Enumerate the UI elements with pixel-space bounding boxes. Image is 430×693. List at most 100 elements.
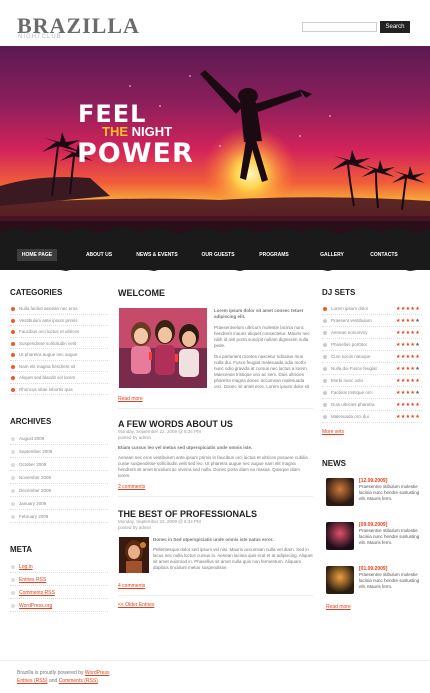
welcome-lead: Lorem ipsum dolor sit amet consec tetuer…	[214, 308, 304, 319]
nav-programs[interactable]: PROGRAMS	[254, 249, 294, 261]
category-label: Faucibus orci luctus et ultrices	[19, 329, 80, 334]
djset-item[interactable]: Aenean nonummy ★★★★★	[322, 327, 422, 339]
nav-our-guests[interactable]: OUR GUESTS	[196, 249, 240, 261]
djset-item[interactable]: Lorem ipsum dolor ★★★★★	[322, 303, 422, 315]
play-icon[interactable]	[323, 367, 327, 371]
category-item[interactable]: Aliquet sed blandit vel lorem	[10, 372, 108, 384]
about-body: Aenean nec eros vestibulum ante ipsum pr…	[118, 455, 308, 478]
search-button[interactable]: Search	[380, 21, 410, 33]
play-icon[interactable]	[323, 307, 327, 311]
meta-title: META	[10, 545, 33, 554]
archive-item[interactable]: August 2009	[10, 432, 108, 445]
star-icon: ★	[415, 402, 420, 408]
djsets-title: DJ SETS	[322, 288, 356, 297]
djset-item[interactable]: Praesent vestibulum ★★★★★	[322, 315, 422, 327]
category-item[interactable]: Ut pharetra augue nec augue	[10, 349, 108, 361]
star-icon: ★	[415, 306, 420, 312]
welcome-paragraph-1: Praesentvelum ultricum molestie lacinia …	[214, 325, 310, 348]
archive-label: November 2009	[19, 475, 52, 480]
djset-item[interactable]: Phasellus porttitor ★★★★★	[322, 339, 422, 351]
play-icon[interactable]	[323, 403, 327, 407]
meta-item[interactable]: Entries RSS	[10, 573, 108, 586]
footer-comments-rss-link[interactable]: Comments (RSS)	[59, 678, 98, 684]
djset-item[interactable]: Nulla dui Fusce feugiat ★★★★★	[322, 363, 422, 375]
rating-stars: ★★★★★	[396, 339, 420, 351]
news-summary: Praesentve stibulum molestie lacinia nun…	[359, 528, 420, 545]
category-label: Nam elit magna hendrerit sit	[19, 363, 76, 369]
star-icon: ★	[415, 342, 420, 348]
archive-label: December 2009	[19, 488, 52, 493]
djset-label: Lorem ipsum dolor	[331, 306, 369, 311]
archives-title: ARCHIVES	[10, 417, 52, 426]
rating-stars: ★★★★★	[396, 351, 420, 363]
djset-item[interactable]: Facilisis tristique orci ★★★★★	[322, 387, 422, 399]
archive-bullet-icon	[11, 488, 15, 493]
welcome-read-more[interactable]: Read more	[118, 396, 313, 402]
best-photo	[119, 537, 149, 573]
meta-label: WordPress.org	[19, 603, 53, 609]
category-bullet-icon	[11, 330, 15, 334]
category-label: Suspendisse sollicitudin velit	[19, 340, 77, 346]
play-icon[interactable]	[323, 391, 327, 395]
site-slogan: NIGHTCLUB	[18, 34, 62, 40]
meta-item[interactable]: Comments RSS	[10, 586, 108, 599]
archive-item[interactable]: November 2009	[10, 471, 108, 484]
star-icon: ★	[415, 378, 420, 384]
nav-about[interactable]: ABOUT US	[80, 249, 118, 261]
banner-the-night: THE NIGHT	[102, 124, 172, 139]
play-icon[interactable]	[323, 355, 327, 359]
category-item[interactable]: Nulla facilisi aenean nec eros	[10, 303, 108, 315]
rating-stars: ★★★★★	[396, 303, 420, 315]
footer-wordpress-link[interactable]: WordPress	[85, 670, 110, 676]
banner-the: THE	[102, 124, 128, 139]
archive-label: October 2009	[19, 462, 47, 467]
news-item: [09.09.2009] Praesentve stibulum molestie…	[322, 522, 422, 566]
page: BRAZILLA NIGHTCLUB Search FEEL THE NIGHT…	[0, 0, 430, 693]
footer-entries-rss-link[interactable]: Entries (RSS)	[17, 678, 48, 684]
archive-item[interactable]: January 2009	[10, 497, 108, 510]
news-thumbnail[interactable]	[326, 566, 354, 594]
footer: Brazilla is proudly powered by WordPress…	[0, 660, 430, 693]
nav-gallery[interactable]: GALLERY	[315, 249, 349, 261]
meta-item[interactable]: Log in	[10, 560, 108, 573]
meta-bullet-icon	[11, 577, 15, 582]
play-icon[interactable]	[323, 331, 327, 335]
news-thumbnail[interactable]	[326, 478, 354, 506]
archive-item[interactable]: February 2009	[10, 510, 108, 523]
nav-news-events[interactable]: NEWS & EVENTS	[132, 249, 182, 261]
best-title: THE BEST OF PROFESSIONALS	[118, 509, 258, 519]
category-item[interactable]: Nam elit magna hendrerit sit	[10, 361, 108, 372]
rating-stars: ★★★★★	[396, 363, 420, 375]
category-label: Aliquet sed blandit vel lorem	[19, 375, 76, 380]
djset-item[interactable]: Malesuada orci dui ★★★★★	[322, 411, 422, 423]
older-entries-link[interactable]: << Older Entries	[118, 602, 313, 608]
category-bullet-icon	[11, 364, 15, 369]
category-item[interactable]: Rhoncus vitae lobortis quis	[10, 384, 108, 395]
category-item[interactable]: Faucibus orci luctus et ultrices	[10, 326, 108, 338]
djset-item[interactable]: Morbi nunc odio ★★★★★	[322, 375, 422, 387]
category-label: Rhoncus vitae lobortis quis	[19, 386, 73, 392]
archive-item[interactable]: December 2009	[10, 484, 108, 497]
search-input[interactable]	[302, 22, 377, 32]
djset-item[interactable]: Cum sociis natoque ★★★★★	[322, 351, 422, 363]
meta-item[interactable]: WordPress.org	[10, 599, 108, 612]
play-icon[interactable]	[323, 343, 327, 347]
about-comments-link[interactable]: 2 comments	[118, 484, 313, 490]
news-thumbnail[interactable]	[326, 522, 354, 550]
archive-item[interactable]: September 2009	[10, 445, 108, 458]
category-item[interactable]: Suspendisse sollicitudin velit	[10, 338, 108, 349]
meta-label: Entries RSS	[19, 577, 47, 583]
djset-label: Aenean nonummy	[331, 330, 368, 335]
djset-item[interactable]: Duis ultricies pharetra ★★★★★	[322, 399, 422, 411]
rating-stars: ★★★★★	[396, 411, 420, 423]
archive-bullet-icon	[11, 475, 15, 480]
play-icon[interactable]	[323, 415, 327, 419]
archive-item[interactable]: October 2009	[10, 458, 108, 471]
category-item[interactable]: Vestibulum ante ipsum primis	[10, 315, 108, 326]
play-icon[interactable]	[323, 319, 327, 323]
best-comments-link[interactable]: 4 comments	[118, 583, 313, 589]
nav-home[interactable]: HOME PAGE	[17, 249, 57, 261]
play-icon[interactable]	[323, 379, 327, 383]
news-title: NEWS	[322, 459, 346, 468]
nav-contacts[interactable]: CONTACTS	[364, 249, 404, 261]
